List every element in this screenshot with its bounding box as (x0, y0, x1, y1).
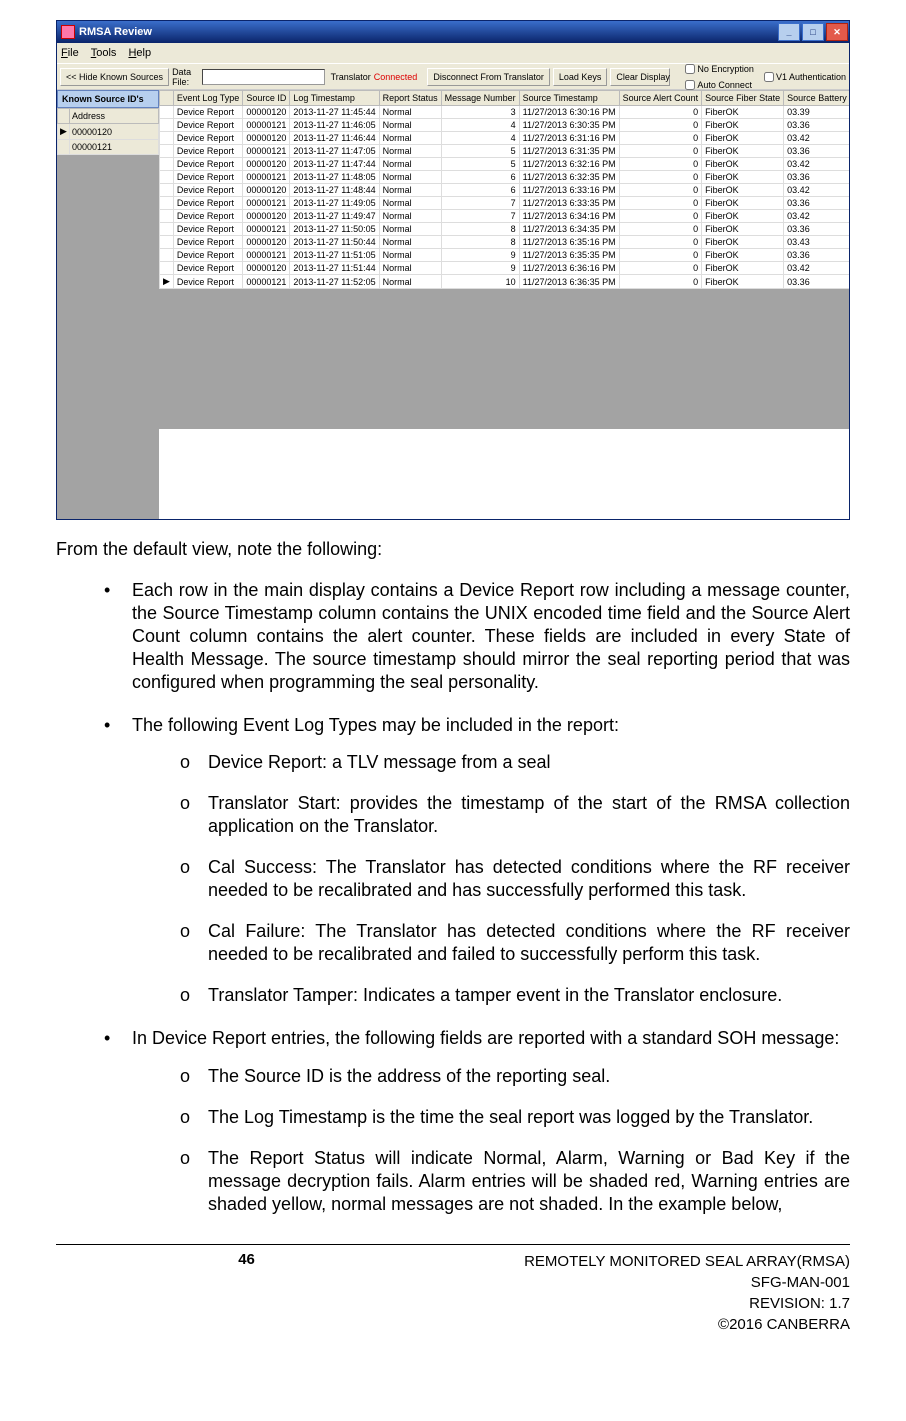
data-file-label: Data File: (172, 67, 199, 87)
table-row[interactable]: Device Report000001202013-11-27 11:51:44… (160, 262, 850, 275)
document-body: From the default view, note the followin… (56, 538, 850, 1216)
col-report-status: Report Status (379, 91, 441, 106)
lead-paragraph: From the default view, note the followin… (56, 538, 850, 561)
table-row[interactable]: Device Report000001212013-11-27 11:47:05… (160, 145, 850, 158)
page-number: 46 (56, 1251, 437, 1335)
auto-connect-checkbox[interactable] (685, 80, 695, 90)
maximize-button[interactable]: □ (802, 23, 824, 41)
bullet-3-b: The Log Timestamp is the time the seal r… (180, 1106, 850, 1129)
col-source-id: Source ID (243, 91, 290, 106)
bullet-3-c: The Report Status will indicate Normal, … (180, 1147, 850, 1216)
footer-line-1: REMOTELY MONITORED SEAL ARRAY(RMSA) (437, 1251, 850, 1272)
event-log-table: Event Log Type Source ID Log Timestamp R… (159, 90, 849, 289)
table-row[interactable]: Device Report000001202013-11-27 11:45:44… (160, 106, 850, 119)
translator-label: Translator (331, 72, 371, 82)
bullet-1: Each row in the main display contains a … (104, 579, 850, 694)
bullet-3: In Device Report entries, the following … (104, 1027, 850, 1215)
v1-auth-label: V1 Authentication (776, 72, 846, 82)
load-keys-button[interactable]: Load Keys (553, 68, 608, 86)
bullet-2-e: Translator Tamper: Indicates a tamper ev… (180, 984, 850, 1007)
data-file-input[interactable] (202, 69, 325, 85)
bullet-3-a: The Source ID is the address of the repo… (180, 1065, 850, 1088)
page-footer: 46 REMOTELY MONITORED SEAL ARRAY(RMSA) S… (56, 1251, 850, 1335)
table-row[interactable]: ▶Device Report000001212013-11-27 11:52:0… (160, 275, 850, 289)
col-source-battery-voltage: Source Battery Voltage (784, 91, 849, 106)
no-encryption-checkbox[interactable] (685, 64, 695, 74)
footer-line-3: REVISION: 1.7 (437, 1293, 850, 1314)
table-row[interactable]: Device Report000001212013-11-27 11:51:05… (160, 249, 850, 262)
table-row[interactable]: Device Report000001212013-11-27 11:46:05… (160, 119, 850, 132)
app-icon (61, 25, 75, 39)
table-row[interactable]: Device Report000001202013-11-27 11:48:44… (160, 184, 850, 197)
footer-line-2: SFG-MAN-001 (437, 1272, 850, 1293)
clear-display-button[interactable]: Clear Display (610, 68, 670, 86)
bullet-2-c: Cal Success: The Translator has detected… (180, 856, 850, 902)
close-button[interactable]: ✕ (826, 23, 848, 41)
bullet-2-d: Cal Failure: The Translator has detected… (180, 920, 850, 966)
hide-known-sources-button[interactable]: << Hide Known Sources (60, 68, 169, 86)
toolbar: << Hide Known Sources Data File: Transla… (57, 63, 849, 89)
known-sources-table: Address ▶0000012000000121 (57, 108, 159, 155)
footer-rule (56, 1244, 850, 1245)
menu-tools[interactable]: Tools (91, 47, 117, 59)
footer-line-4: ©2016 CANBERRA (437, 1314, 850, 1335)
titlebar: RMSA Review _ □ ✕ (57, 21, 849, 43)
col-source-fiber-state: Source Fiber State (702, 91, 784, 106)
auto-connect-label: Auto Connect (697, 80, 752, 90)
minimize-button[interactable]: _ (778, 23, 800, 41)
table-row[interactable]: Device Report000001202013-11-27 11:49:47… (160, 210, 850, 223)
table-row[interactable]: Device Report000001212013-11-27 11:48:05… (160, 171, 850, 184)
disconnect-button[interactable]: Disconnect From Translator (427, 68, 550, 86)
col-source-alert-count: Source Alert Count (619, 91, 702, 106)
known-source-row[interactable]: ▶00000120 (58, 124, 159, 140)
bullet-2-a: Device Report: a TLV message from a seal (180, 751, 850, 774)
col-event-log-type: Event Log Type (173, 91, 242, 106)
translator-status: Connected (374, 72, 418, 82)
known-sources-header: Known Source ID's (57, 90, 159, 108)
known-sources-pane: Known Source ID's Address ▶0000012000000… (57, 90, 159, 519)
known-source-row[interactable]: 00000121 (58, 140, 159, 155)
col-message-number: Message Number (441, 91, 519, 106)
window-title: RMSA Review (79, 26, 777, 38)
col-address: Address (70, 109, 159, 124)
no-encryption-label: No Encryption (697, 64, 754, 74)
main-grid-pane: Event Log Type Source ID Log Timestamp R… (159, 90, 849, 519)
v1-auth-checkbox[interactable] (764, 72, 774, 82)
menu-help[interactable]: Help (128, 47, 151, 59)
bullet-2-b: Translator Start: provides the timestamp… (180, 792, 850, 838)
col-log-timestamp: Log Timestamp (290, 91, 379, 106)
table-row[interactable]: Device Report000001212013-11-27 11:50:05… (160, 223, 850, 236)
table-row[interactable]: Device Report000001202013-11-27 11:46:44… (160, 132, 850, 145)
col-source-timestamp: Source Timestamp (519, 91, 619, 106)
table-row[interactable]: Device Report000001202013-11-27 11:47:44… (160, 158, 850, 171)
bullet-3-text: In Device Report entries, the following … (132, 1028, 839, 1048)
menu-file[interactable]: File (61, 47, 79, 59)
bullet-2-text: The following Event Log Types may be inc… (132, 715, 619, 735)
bullet-2: The following Event Log Types may be inc… (104, 714, 850, 1007)
rmsa-review-window: RMSA Review _ □ ✕ File Tools Help << Hid… (56, 20, 850, 520)
table-row[interactable]: Device Report000001202013-11-27 11:50:44… (160, 236, 850, 249)
table-row[interactable]: Device Report000001212013-11-27 11:49:05… (160, 197, 850, 210)
